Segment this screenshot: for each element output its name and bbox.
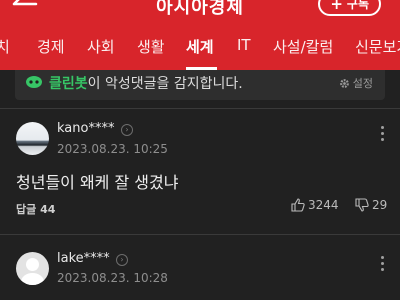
comment-body: 청년들이 왜케 잘 생겼냐 bbox=[16, 173, 179, 192]
tab-economy[interactable]: 경제 bbox=[37, 36, 65, 57]
comment-username[interactable]: kano**** bbox=[57, 121, 114, 136]
chevron-right-icon[interactable]: › bbox=[121, 124, 133, 136]
comment-date: 2023.08.23. 10:28 bbox=[57, 271, 168, 285]
avatar[interactable] bbox=[16, 252, 49, 285]
subscribe-label: 구독 bbox=[346, 0, 369, 11]
like-count: 3244 bbox=[308, 198, 339, 212]
comment-body-cutoff bbox=[16, 294, 296, 300]
thumbs-down-icon bbox=[355, 198, 369, 212]
category-tabs: 치 경제 사회 생활 세계 IT 사설/칼럼 신문보기 bbox=[0, 24, 400, 70]
header-bar: 아시아경제 + 구독 bbox=[0, 0, 400, 24]
tab-world[interactable]: 세계 bbox=[186, 36, 214, 57]
tab-politics[interactable]: 치 bbox=[0, 36, 10, 57]
cleanbot-icon bbox=[26, 76, 42, 88]
tab-opinion[interactable]: 사설/칼럼 bbox=[273, 36, 333, 57]
thumbs-up-icon bbox=[291, 198, 305, 212]
settings-label: 설정 bbox=[352, 77, 373, 90]
tab-newspaper[interactable]: 신문보기 bbox=[355, 36, 400, 57]
gear-icon bbox=[339, 78, 349, 88]
like-button[interactable]: 3244 bbox=[291, 198, 339, 212]
cleanbot-settings-button[interactable]: 설정 bbox=[339, 75, 373, 91]
dislike-button[interactable]: 29 bbox=[355, 198, 387, 212]
plus-icon: + bbox=[330, 0, 343, 13]
cleanbot-notice: 클린봇이 악성댓글을 감지합니다. 설정 bbox=[15, 70, 385, 100]
app-screen: 아시아경제 + 구독 치 경제 사회 생활 세계 IT 사설/칼럼 신문보기 클… bbox=[0, 0, 400, 300]
divider bbox=[0, 234, 400, 235]
comment-username[interactable]: lake**** bbox=[57, 251, 110, 266]
tab-it[interactable]: IT bbox=[237, 36, 251, 54]
more-options-icon[interactable] bbox=[378, 126, 386, 142]
reply-count: 44 bbox=[40, 203, 56, 216]
tab-life[interactable]: 생활 bbox=[137, 36, 165, 57]
more-options-icon[interactable] bbox=[378, 256, 386, 272]
cleanbot-text: 이 악성댓글을 감지합니다. bbox=[87, 76, 243, 92]
cleanbot-message: 클린봇이 악성댓글을 감지합니다. bbox=[49, 73, 243, 93]
avatar[interactable] bbox=[16, 122, 49, 155]
divider bbox=[0, 108, 400, 109]
subscribe-button[interactable]: + 구독 bbox=[318, 0, 381, 16]
dislike-count: 29 bbox=[372, 198, 388, 212]
tab-society[interactable]: 사회 bbox=[87, 36, 115, 57]
reply-button[interactable]: 답글 44 bbox=[16, 201, 55, 217]
cleanbot-name: 클린봇 bbox=[49, 76, 88, 92]
chevron-right-icon[interactable]: › bbox=[116, 254, 128, 266]
comment-date: 2023.08.23. 10:25 bbox=[57, 142, 168, 156]
reply-label: 답글 bbox=[16, 203, 37, 216]
